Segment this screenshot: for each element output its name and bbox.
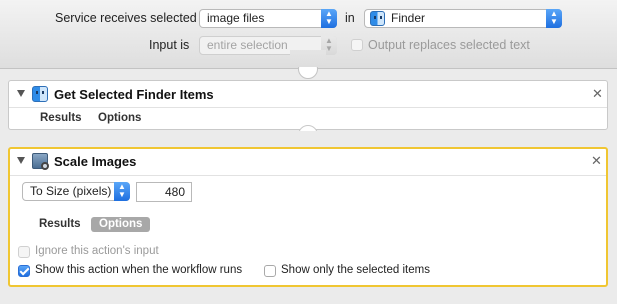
popup-arrows-icon: ▲ ▼ — [114, 182, 130, 201]
receives-label: Service receives selected — [55, 11, 197, 25]
options-tab-selected[interactable]: Options — [91, 217, 151, 232]
show-when-runs-label: Show this action when the workflow runs — [35, 264, 243, 276]
flow-connector-gap — [288, 131, 328, 147]
preview-icon — [32, 153, 49, 170]
close-icon[interactable]: ✕ — [592, 87, 603, 100]
input-is-label: Input is — [149, 38, 190, 52]
popup-arrows-icon: ▲ ▼ — [546, 9, 562, 28]
ignore-input-checkbox[interactable] — [18, 246, 30, 258]
results-tab[interactable]: Results — [40, 112, 82, 124]
disclosure-triangle-icon[interactable] — [17, 90, 25, 97]
show-selected-items-label: Show only the selected items — [281, 264, 430, 276]
disclosure-triangle-icon[interactable] — [17, 157, 25, 164]
receives-popup[interactable]: image files ▲ ▼ — [199, 9, 337, 28]
flow-connector-mask — [290, 50, 326, 67]
ignore-input-label: Ignore this action's input — [35, 245, 159, 257]
popup-arrows-icon: ▲ ▼ — [321, 9, 337, 28]
show-selected-items-checkbox[interactable] — [264, 265, 276, 277]
action-get-selected-finder-items[interactable]: Get Selected Finder Items ✕ Results Opti… — [8, 80, 608, 130]
action-scale-images[interactable]: Scale Images ✕ To Size (pixels) ▲ ▼ 480 R… — [8, 147, 608, 287]
scale-mode-value: To Size (pixels) — [30, 184, 112, 198]
action-title-row: Get Selected Finder Items ✕ — [9, 81, 607, 108]
action-title: Get Selected Finder Items — [54, 87, 214, 102]
action-title-row: Scale Images ✕ — [10, 149, 606, 176]
results-tab[interactable]: Results — [39, 218, 81, 230]
options-tab[interactable]: Options — [98, 112, 141, 124]
size-field[interactable]: 480 — [136, 182, 192, 202]
receives-value: image files — [207, 11, 265, 25]
application-value: Finder — [391, 11, 426, 25]
in-label: in — [345, 11, 355, 25]
input-value: entire selection — [207, 38, 288, 52]
application-popup[interactable]: Finder ▲ ▼ — [364, 9, 562, 28]
finder-icon — [32, 86, 48, 102]
show-when-runs-checkbox[interactable] — [18, 265, 30, 277]
action-title: Scale Images — [54, 154, 137, 169]
output-replaces-label: Output replaces selected text — [368, 38, 530, 52]
close-icon[interactable]: ✕ — [591, 154, 602, 167]
scale-mode-popup[interactable]: To Size (pixels) ▲ ▼ — [22, 182, 130, 201]
output-replaces-checkbox[interactable] — [351, 39, 363, 51]
finder-icon — [370, 11, 385, 26]
